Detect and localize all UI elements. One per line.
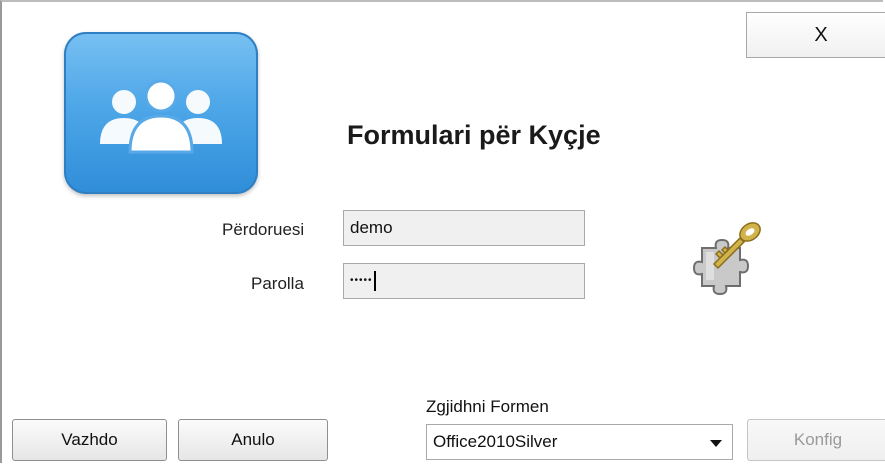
close-button[interactable]: X [746, 12, 885, 58]
continue-button[interactable]: Vazhdo [12, 419, 167, 461]
puzzle-key-icon [692, 222, 761, 296]
theme-select-label: Zgjidhni Formen [426, 397, 549, 416]
text-caret [373, 271, 376, 291]
password-field[interactable]: ••••• [343, 263, 585, 299]
users-logo-tile [64, 32, 258, 194]
config-label: Konfig [793, 430, 843, 449]
username-field[interactable]: demo [343, 210, 585, 246]
chevron-down-icon[interactable] [710, 440, 722, 447]
theme-selected-value: Office2010Silver [433, 432, 558, 451]
close-label: X [814, 23, 828, 46]
username-label: Përdoruesi [222, 220, 305, 239]
login-window: X Formulari për Kyçje Përdoruesi demo Pa… [0, 0, 885, 463]
theme-select[interactable]: Office2010Silver [426, 424, 733, 460]
cancel-label: Anulo [231, 430, 275, 449]
cancel-button[interactable]: Anulo [178, 419, 328, 461]
form-title: Formulari për Kyçje [347, 120, 601, 150]
password-label: Parolla [251, 274, 304, 293]
password-value: ••••• [350, 275, 373, 286]
users-group-icon [100, 79, 222, 154]
continue-label: Vazhdo [61, 430, 118, 449]
username-value: demo [350, 218, 393, 237]
config-button[interactable]: Konfig [747, 419, 885, 461]
